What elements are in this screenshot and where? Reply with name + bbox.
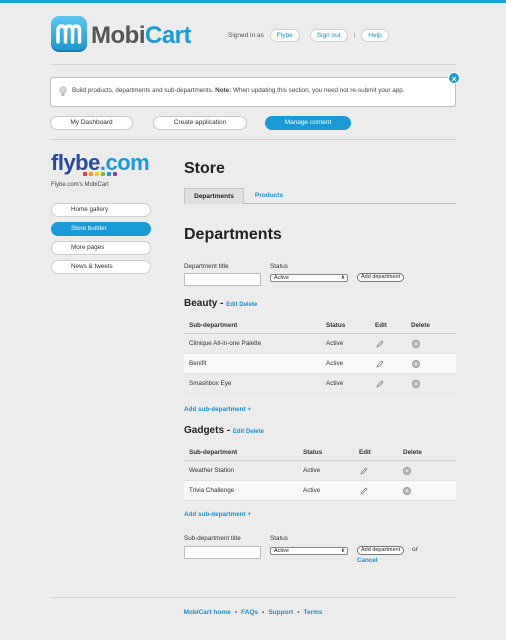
delete-x-icon[interactable]: × — [403, 487, 411, 495]
or-text: or — [412, 546, 418, 553]
footer-link-home[interactable]: MobiCart home — [183, 609, 230, 616]
sidebar-item-home-gallery[interactable]: Home gallery — [51, 203, 151, 217]
group-title-gadgets: Gadgets - Edit Delete — [184, 425, 264, 436]
sub-department-title-input[interactable] — [184, 546, 261, 559]
departments-heading: Departments — [184, 226, 282, 243]
separator: | — [353, 32, 356, 39]
col-status: Status — [303, 449, 323, 456]
divider — [50, 139, 456, 140]
pencil-icon[interactable] — [360, 467, 368, 475]
sub-department-title-label: Sub-department title — [184, 535, 241, 542]
close-icon[interactable]: × — [448, 72, 460, 84]
row-name: Smashbox Eye — [189, 380, 232, 387]
mobicart-logo[interactable]: MobiCart — [51, 16, 193, 52]
sidebar-item-more-pages[interactable]: More pages — [51, 241, 151, 255]
page-title: Store — [184, 160, 225, 177]
edit-group-link[interactable]: Edit — [233, 429, 244, 435]
tab-products[interactable]: Products — [248, 188, 290, 204]
add-sub-department-link[interactable]: Add sub-department + — [184, 406, 251, 413]
footer-separator: • — [262, 609, 265, 616]
top-accent-bar — [0, 0, 506, 3]
delete-group-link[interactable]: Delete — [239, 302, 257, 308]
col-edit: Edit — [375, 322, 387, 329]
footer-links: MobiCart home • FAQs • Support • Terms — [0, 609, 506, 616]
table-row: Clinique All-in-one Palette Active × — [184, 334, 456, 354]
delete-x-icon[interactable]: × — [403, 467, 411, 475]
select-arrow-icon: ⬍ — [340, 548, 345, 554]
pencil-icon[interactable] — [376, 340, 384, 348]
footer-link-terms[interactable]: Terms — [304, 609, 323, 616]
store-subtitle: Flybe.com's MobiCart — [51, 182, 109, 188]
table-row: Trivia Challenge Active × — [184, 481, 456, 501]
cancel-link[interactable]: Cancel — [357, 557, 378, 564]
row-name: Clinique All-in-one Palette — [189, 340, 262, 347]
pencil-icon[interactable] — [376, 360, 384, 368]
mobicart-logo-text: MobiCart — [91, 22, 192, 49]
divider — [50, 597, 456, 598]
edit-group-link[interactable]: Edit — [226, 302, 237, 308]
row-name: Trivia Challenge — [189, 487, 235, 494]
status-select[interactable]: Active ⬍ — [270, 274, 348, 282]
footer-link-support[interactable]: Support — [268, 609, 293, 616]
status-label: Status — [270, 263, 288, 270]
delete-x-icon[interactable]: × — [412, 360, 420, 368]
row-status: Active — [326, 360, 344, 367]
department-title-input[interactable] — [184, 273, 261, 286]
user-link[interactable]: Flybe — [269, 29, 300, 42]
footer-link-faqs[interactable]: FAQs — [241, 609, 258, 616]
delete-x-icon[interactable]: × — [412, 340, 420, 348]
table-row: Smashbox Eye Active × — [184, 374, 456, 394]
help-link[interactable]: Help — [361, 29, 389, 42]
table-header: Sub-department Status Edit Delete — [184, 445, 456, 461]
mobicart-logo-icon — [51, 16, 87, 52]
col-sub-department: Sub-department — [189, 449, 238, 456]
col-delete: Delete — [411, 322, 430, 329]
group-title-beauty: Beauty - Edit Delete — [184, 298, 258, 309]
notice-box: Build products, departments and sub-depa… — [50, 72, 460, 107]
row-name: Weather Station — [189, 467, 235, 474]
add-sub-department-button[interactable]: Add department — [357, 546, 405, 555]
sub-status-select[interactable]: Active ⬍ — [270, 547, 348, 555]
tab-departments[interactable]: Departments — [184, 188, 244, 204]
table-row: Benifit Active × — [184, 354, 456, 374]
tab-bar: Departments Products — [184, 188, 456, 204]
flybe-logo-dots — [83, 172, 117, 176]
account-bar: Signed in as Flybe Sign out | Help — [228, 29, 389, 42]
pencil-icon[interactable] — [360, 487, 368, 495]
delete-group-link[interactable]: Delete — [246, 429, 264, 435]
divider — [50, 64, 456, 65]
row-status: Active — [326, 340, 344, 347]
sidebar-item-store-builder[interactable]: Store builder — [51, 222, 151, 236]
row-status: Active — [303, 487, 321, 494]
select-arrow-icon: ⬍ — [340, 275, 345, 281]
pencil-icon[interactable] — [376, 380, 384, 388]
row-status: Active — [303, 467, 321, 474]
lightbulb-icon — [59, 86, 67, 96]
sign-out-link[interactable]: Sign out — [309, 29, 348, 42]
footer-separator: • — [234, 609, 238, 616]
sub-status-label: Status — [270, 535, 288, 542]
table-header: Sub-department Status Edit Delete — [184, 318, 456, 334]
row-name: Benifit — [189, 360, 207, 367]
create-application-button[interactable]: Create application — [153, 116, 247, 130]
add-sub-department-link[interactable]: Add sub-department + — [184, 511, 251, 518]
col-delete: Delete — [403, 449, 422, 456]
delete-x-icon[interactable]: × — [412, 380, 420, 388]
table-row: Weather Station Active × — [184, 461, 456, 481]
manage-content-button[interactable]: Manage content — [265, 116, 351, 130]
row-status: Active — [326, 380, 344, 387]
col-edit: Edit — [359, 449, 371, 456]
notice-text: Build products, departments and sub-depa… — [72, 87, 405, 94]
add-department-button[interactable]: Add department — [357, 273, 405, 282]
col-status: Status — [326, 322, 346, 329]
signed-in-label: Signed in as — [228, 32, 264, 39]
my-dashboard-button[interactable]: My Dashboard — [50, 116, 133, 130]
col-sub-department: Sub-department — [189, 322, 238, 329]
department-title-label: Department title — [184, 263, 229, 270]
footer-separator: • — [297, 609, 300, 616]
sidebar-item-news-tweets[interactable]: News & tweets — [51, 260, 151, 274]
